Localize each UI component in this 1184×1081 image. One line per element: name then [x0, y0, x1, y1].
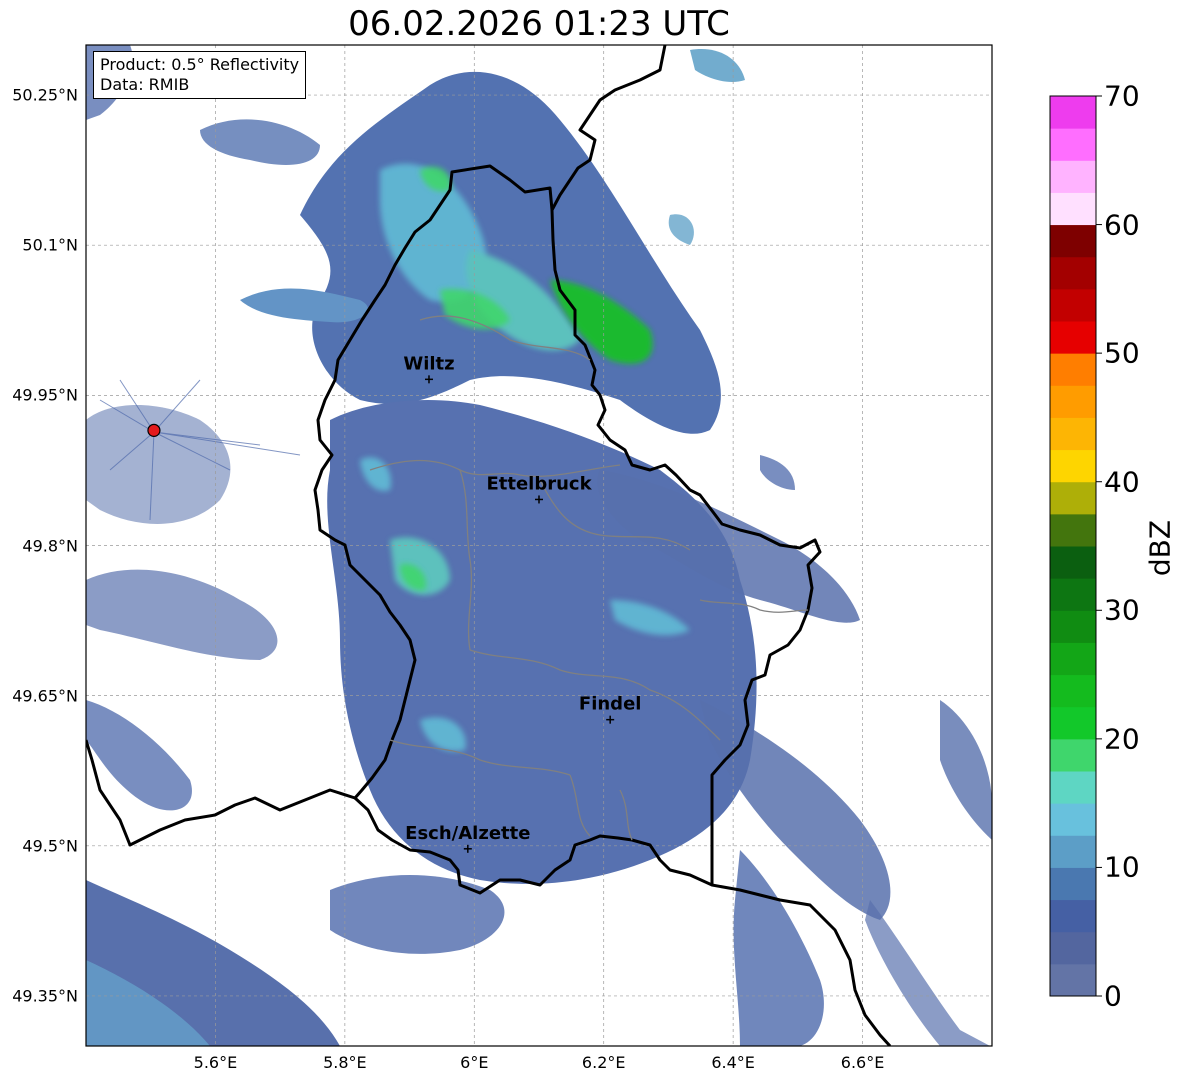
- colorbar-unit-label: dBZ: [1143, 519, 1177, 577]
- lat-tick-label: 50.25°N: [12, 85, 78, 105]
- lon-tick-label: 6.2°E: [581, 1053, 626, 1072]
- colorbar-segment: [1050, 899, 1096, 933]
- colorbar-tick-label: 0: [1104, 979, 1122, 1013]
- colorbar-segment: [1050, 160, 1096, 193]
- colorbar-segment: [1050, 96, 1096, 129]
- colorbar-segment: [1050, 546, 1096, 579]
- lat-tick-label: 50.1°N: [22, 235, 78, 255]
- lon-tick-label: 6.6°E: [840, 1053, 885, 1072]
- colorbar-segment: [1050, 803, 1096, 836]
- colorbar-tick-label: 50: [1104, 336, 1140, 370]
- colorbar-segment: [1050, 610, 1096, 643]
- colorbar-segment: [1050, 385, 1096, 418]
- colorbar-segment: [1050, 481, 1096, 515]
- product-label: Product: 0.5° Reflectivity: [100, 55, 300, 74]
- lon-tick-label: 5.6°E: [193, 1053, 238, 1072]
- colorbar-segment: [1050, 224, 1096, 258]
- colorbar-segment: [1050, 931, 1096, 965]
- colorbar-segment: [1050, 321, 1096, 354]
- lon-tick-label: 5.8°E: [323, 1053, 367, 1072]
- colorbar-segment: [1050, 128, 1096, 161]
- colorbar-segment: [1050, 835, 1096, 868]
- colorbar-segment: [1050, 771, 1096, 804]
- lat-tick-label: 49.5°N: [22, 836, 78, 856]
- colorbar-tick-label: 20: [1104, 722, 1140, 756]
- colorbar-segment: [1050, 192, 1096, 226]
- colorbar-segment: [1050, 288, 1096, 322]
- city-label: Ettelbruck: [486, 473, 592, 494]
- data-source-label: Data: RMIB: [100, 75, 190, 94]
- colorbar: [1049, 95, 1102, 997]
- colorbar-tick-label: 60: [1104, 208, 1140, 242]
- colorbar-segment: [1050, 578, 1096, 611]
- colorbar-segment: [1050, 674, 1096, 708]
- lon-tick-label: 6°E: [460, 1053, 489, 1072]
- radar-map-figure: 06.02.2026 01:23 UTC Wiltz Ettelbruck Fi…: [0, 0, 1184, 1081]
- colorbar-segment: [1050, 867, 1096, 901]
- city-label: Findel: [579, 694, 642, 715]
- lat-tick-label: 49.35°N: [12, 986, 78, 1006]
- colorbar-segment: [1050, 963, 1096, 997]
- lat-tick-label: 49.8°N: [22, 536, 78, 555]
- colorbar-segment: [1050, 449, 1096, 483]
- colorbar-segment: [1050, 353, 1096, 386]
- colorbar-segment: [1050, 642, 1096, 676]
- colorbar-segment: [1050, 513, 1096, 547]
- city-label: Esch/Alzette: [405, 823, 530, 844]
- lat-tick-label: 49.65°N: [12, 686, 78, 706]
- colorbar-segment: [1050, 706, 1096, 740]
- colorbar-tick-label: 30: [1104, 593, 1140, 627]
- product-info-box: Product: 0.5° Reflectivity Data: RMIB: [93, 51, 307, 99]
- colorbar-tick-label: 10: [1104, 850, 1140, 884]
- radar-site-marker: [147, 423, 161, 437]
- colorbar-tick-label: 70: [1104, 79, 1140, 113]
- map-canvas: Wiltz Ettelbruck Findel Esch/Alzette: [85, 44, 1102, 1047]
- colorbar-tick-label: 40: [1104, 465, 1140, 499]
- colorbar-segment: [1050, 256, 1096, 290]
- colorbar-segment: [1050, 417, 1096, 451]
- lon-tick-label: 6.4°E: [711, 1053, 755, 1072]
- city-label: Wiltz: [403, 353, 454, 374]
- lat-tick-label: 49.95°N: [12, 385, 78, 405]
- colorbar-segment: [1050, 738, 1096, 772]
